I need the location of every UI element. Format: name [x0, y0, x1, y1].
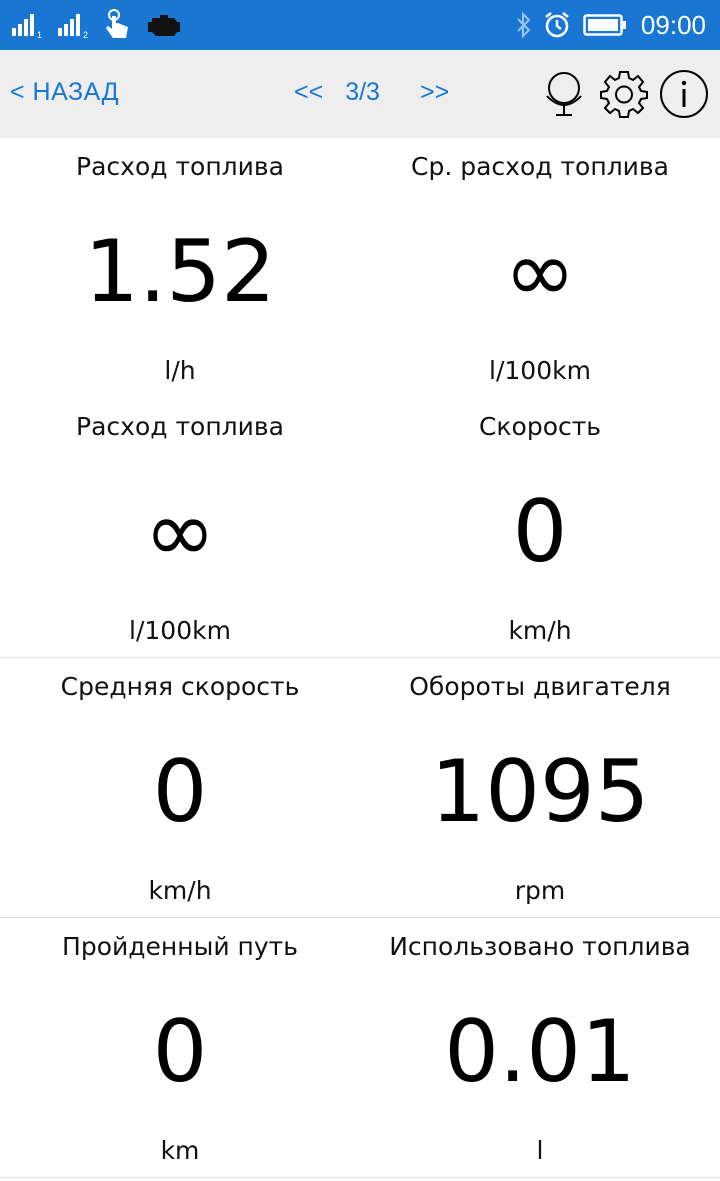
alarm-icon [545, 12, 569, 38]
metric-unit: km [160, 1136, 200, 1165]
metric-tile-avg-speed[interactable]: Средняя скорость 0 km/h [0, 658, 360, 917]
status-bar: 1 2 09:00 [0, 0, 720, 50]
page-indicator: 3/3 [345, 78, 380, 106]
metric-value: 1095 [430, 742, 650, 842]
metric-label: Пройденный путь [62, 932, 298, 961]
metric-label: Обороты двигателя [409, 672, 671, 701]
metric-tile-distance[interactable]: Пройденный путь 0 km [0, 918, 360, 1177]
metric-tile-engine-rpm[interactable]: Обороты двигателя 1095 rpm [360, 658, 720, 917]
metric-value: 0.01 [444, 1002, 636, 1102]
metric-tile-fuel-consumption[interactable]: Расход топлива ∞ l/100km [0, 398, 360, 657]
sim2-index: 2 [83, 30, 89, 40]
metrics-row: Расход топлива ∞ l/100km Скорость 0 km/h [0, 398, 720, 658]
metric-label: Средняя скорость [60, 672, 300, 701]
metrics-row: Пройденный путь 0 km Использовано топлив… [0, 918, 720, 1178]
battery-icon [583, 14, 626, 36]
sim1-index: 1 [37, 30, 43, 40]
metrics-grid: Расход топлива 1.52 l/h Ср. расход топли… [0, 138, 720, 1178]
metric-unit: l/h [164, 356, 196, 385]
metric-label: Использовано топлива [389, 932, 691, 961]
next-page-button[interactable]: >> [420, 78, 449, 107]
metric-value: ∞ [144, 482, 216, 582]
metric-label: Расход топлива [76, 152, 284, 181]
metric-value: 0 [152, 742, 208, 842]
back-button[interactable]: < НАЗАД [10, 78, 119, 107]
info-icon[interactable] [658, 68, 710, 120]
metric-unit: km/h [148, 876, 212, 905]
gear-icon[interactable] [598, 68, 650, 120]
bluetooth-icon [517, 11, 531, 39]
toolbar: < НАЗАД << 3/3 >> [0, 50, 720, 138]
pager: << 3/3 >> [294, 78, 449, 107]
metric-value: ∞ [504, 222, 576, 322]
metric-value: 1.52 [84, 222, 276, 322]
metric-unit: l/100km [489, 356, 591, 385]
status-time: 09:00 [640, 9, 706, 40]
metrics-row: Средняя скорость 0 km/h Обороты двигател… [0, 658, 720, 918]
status-bar-right: 09:00 [515, 8, 706, 42]
metric-unit: l [536, 1136, 544, 1165]
signal-sim2-icon: 2 [56, 10, 96, 40]
signal-sim1-icon: 1 [10, 10, 50, 40]
metric-unit: l/100km [129, 616, 231, 645]
metrics-row: Расход топлива 1.52 l/h Ср. расход топли… [0, 138, 720, 398]
metric-label: Расход топлива [76, 412, 284, 441]
toolbar-icons [530, 68, 710, 120]
touch-icon [106, 9, 128, 38]
engine-icon [148, 15, 180, 36]
metric-value: 0 [152, 1002, 208, 1102]
metric-label: Скорость [478, 412, 602, 441]
metric-unit: km/h [508, 616, 572, 645]
globe-icon[interactable] [538, 68, 590, 120]
metric-tile-avg-fuel-consumption[interactable]: Ср. расход топлива ∞ l/100km [360, 138, 720, 398]
metric-tile-fuel-rate[interactable]: Расход топлива 1.52 l/h [0, 138, 360, 398]
prev-page-button[interactable]: << [294, 78, 323, 107]
metric-label: Ср. расход топлива [411, 152, 669, 181]
metric-tile-speed[interactable]: Скорость 0 km/h [360, 398, 720, 657]
metric-value: 0 [512, 482, 568, 582]
status-bar-left: 1 2 [10, 8, 182, 42]
metric-tile-fuel-used[interactable]: Использовано топлива 0.01 l [360, 918, 720, 1177]
metric-unit: rpm [514, 876, 566, 905]
